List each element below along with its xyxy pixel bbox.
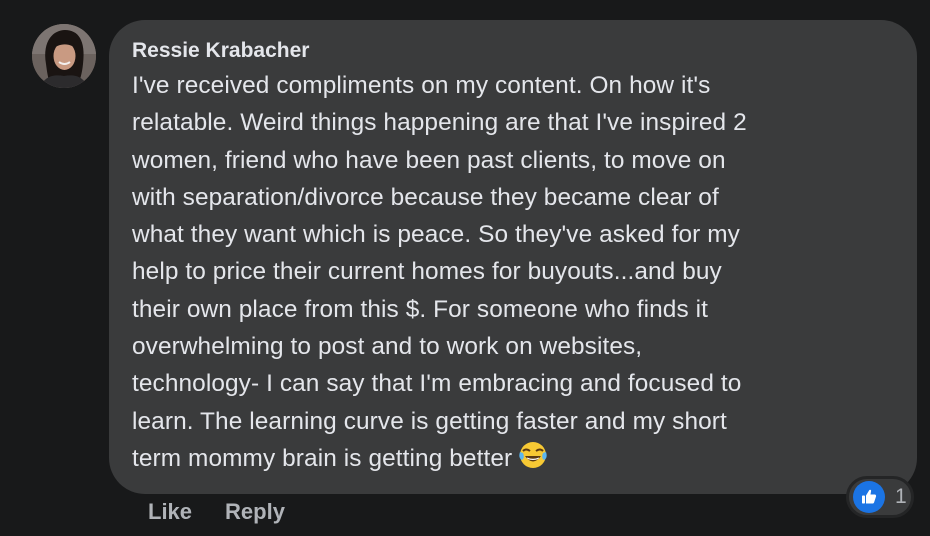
comment-author[interactable]: Ressie Krabacher [132,37,895,65]
comment-line: women, friend who have been past clients… [132,146,726,174]
comment-line: with separation/divorce because they bec… [132,183,719,211]
like-button[interactable]: Like [148,499,192,525]
avatar-image [32,24,96,88]
comment-text: I've received compliments on my content.… [132,67,895,477]
comment-line: their own place from this $. For someone… [132,295,709,323]
comment-line: what they want which is peace. So they'v… [132,221,740,249]
comment-line: technology- I can say that I'm embracing… [132,370,742,398]
reply-button[interactable]: Reply [225,499,285,525]
reaction-summary[interactable]: 1 [846,476,914,518]
comment-item: Ressie Krabacher I've received complimen… [0,0,930,536]
comment-actions: Like Reply [148,494,285,530]
comment-line: overwhelming to post and to work on webs… [132,333,643,361]
comment-line: term mommy brain is getting better [132,444,513,472]
tears-of-joy-emoji [518,440,548,470]
comment-bubble: Ressie Krabacher I've received complimen… [109,20,917,494]
avatar[interactable] [32,24,96,88]
comment-line: learn. The learning curve is getting fas… [132,407,727,435]
comment-line: relatable. Weird things happening are th… [132,109,747,137]
comment-line: I've received compliments on my content.… [132,72,711,99]
comment-line: help to price their current homes for bu… [132,258,722,286]
thumbs-up-icon [853,481,885,513]
reaction-count: 1 [895,485,907,508]
